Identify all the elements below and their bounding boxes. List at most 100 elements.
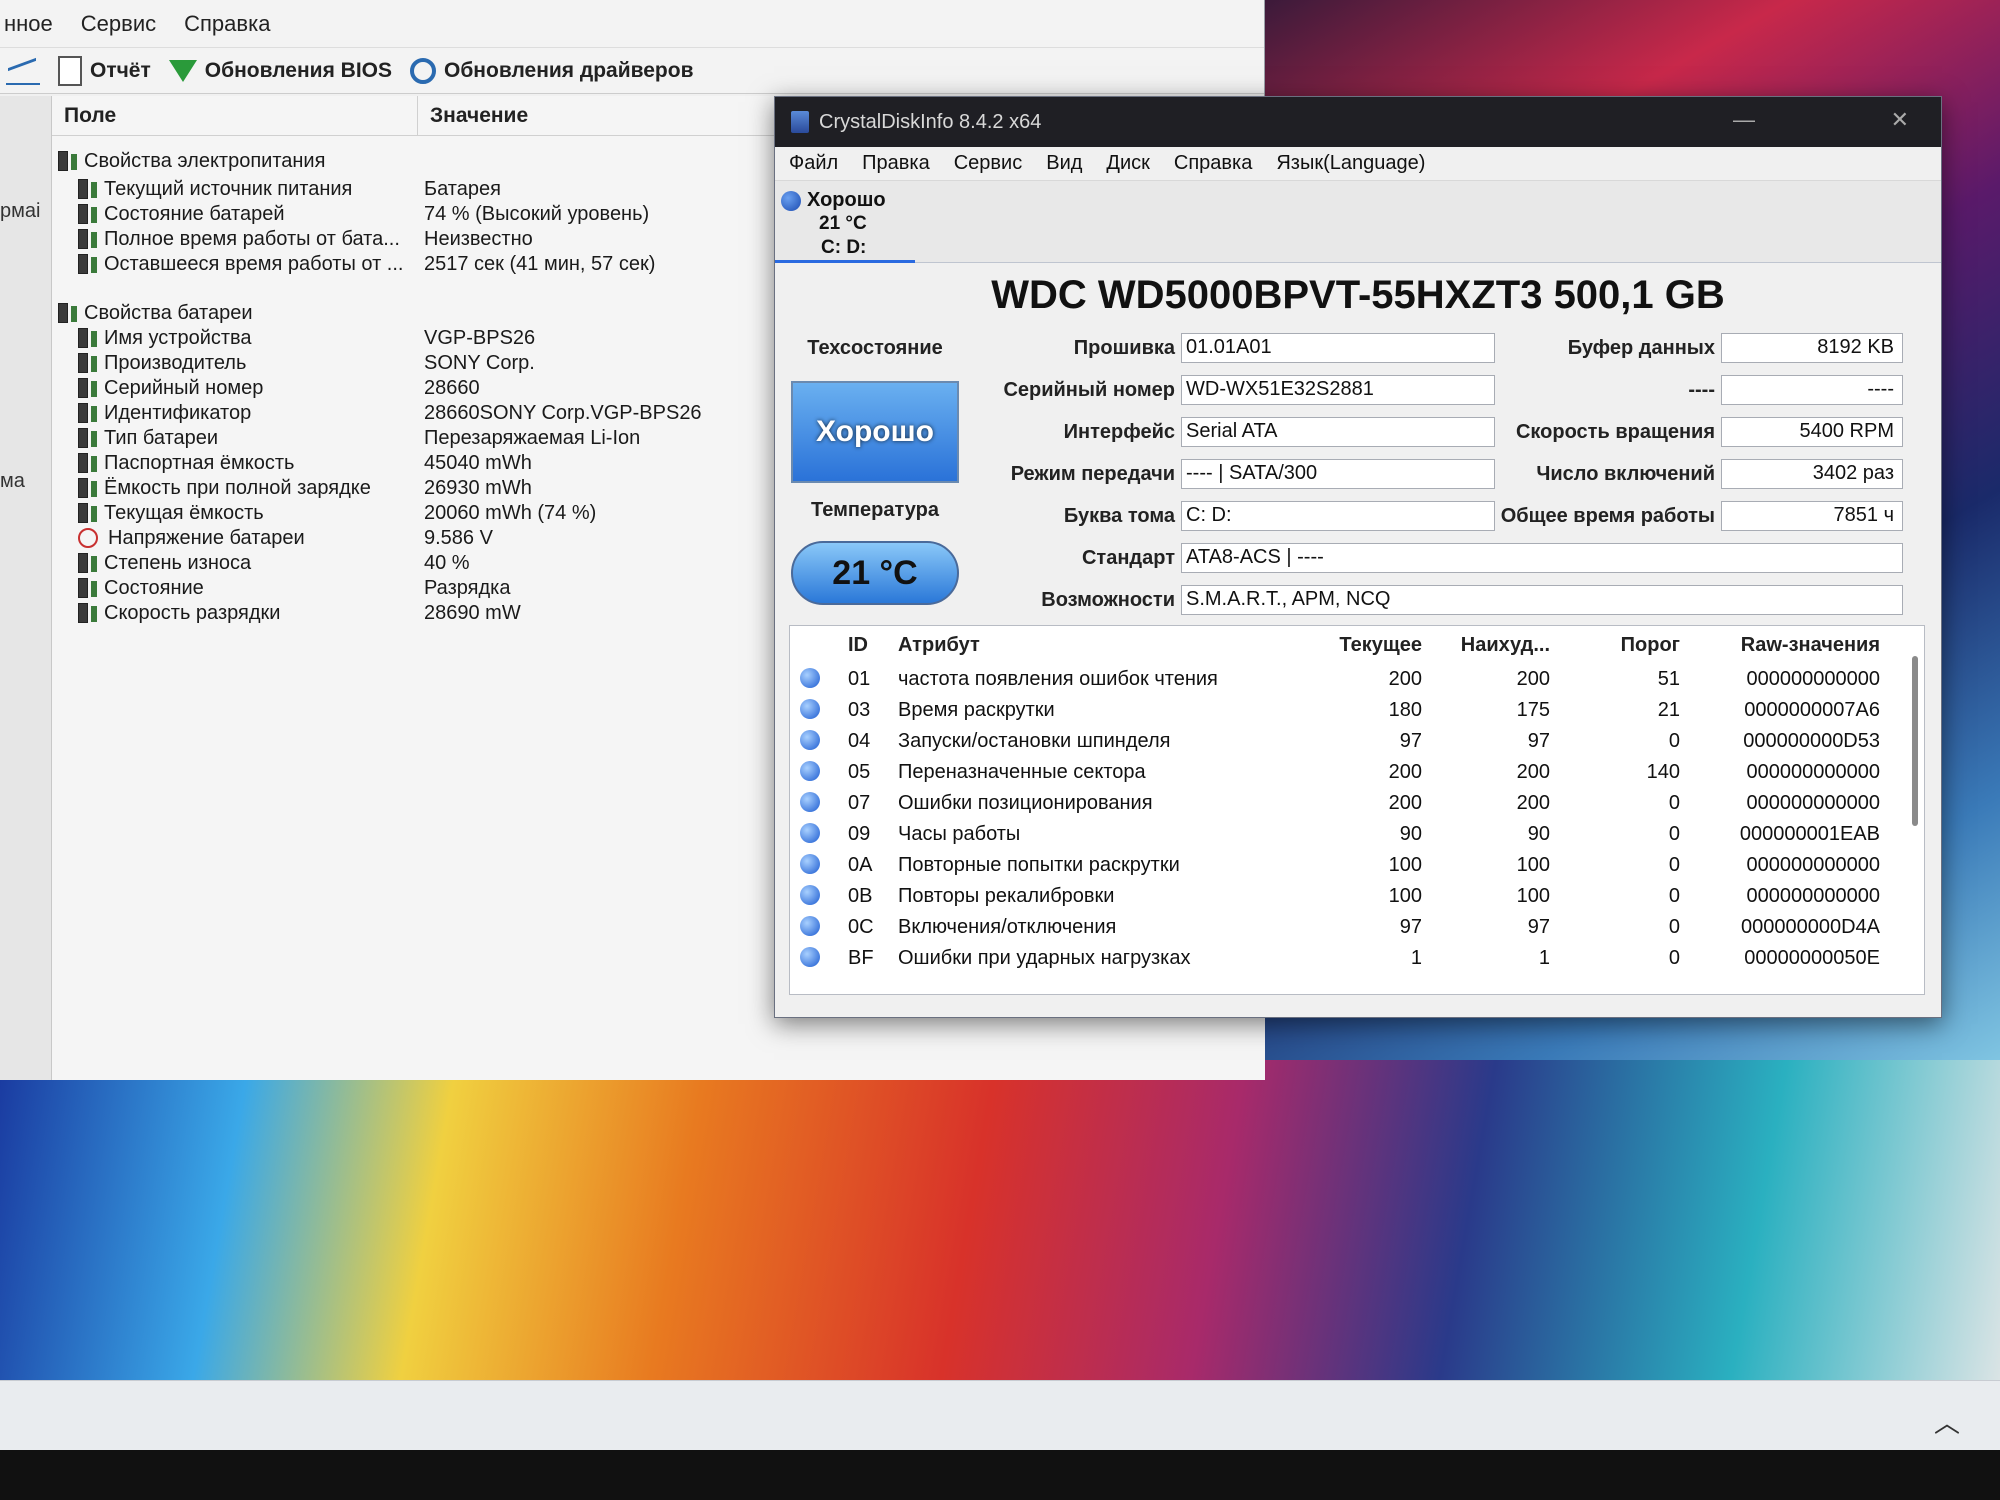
menu-disk[interactable]: Диск [1106,152,1149,175]
smart-row[interactable]: 04 Запуски/остановки шпинделя 97 97 0 0000000… [790,726,1890,757]
interface-value: Serial ATA [1181,417,1495,447]
features-label: Возможности [1041,589,1175,611]
battery-icon [78,553,97,573]
temperature-label: Температура [811,499,939,521]
smart-table-scrollbar[interactable] [1912,656,1918,826]
show-hidden-icons-chevron-icon[interactable]: ︿ [1934,1403,1960,1440]
menu-function[interactable]: Сервис [954,152,1023,175]
property-field: Текущий источник питания [78,178,352,201]
smart-raw: 000000000D53 [1743,730,1880,752]
driver-update-button[interactable]: Обновления драйверов [410,57,694,84]
smart-attribute-name: Повторы рекалибровки [898,885,1115,907]
disk-tab[interactable]: Хорошо 21 °C C: D: [775,181,1941,263]
health-status-button[interactable]: Хорошо [791,381,959,483]
col-current[interactable]: Текущее [1290,634,1422,657]
property-field-label: Идентификатор [104,401,252,424]
tree-item-partial-2[interactable]: ма [0,470,25,493]
aida-menubar: нное Сервис Справка [0,0,1264,48]
smart-id: 04 [848,730,871,752]
tree-item-partial-1[interactable]: рмаі [0,200,40,223]
smart-row[interactable]: 07 Ошибки позиционирования 200 200 0 00000000… [790,788,1890,819]
menu-help[interactable]: Справка [1174,152,1252,175]
smart-threshold: 0 [1668,916,1680,938]
monitor-bezel [0,1450,2000,1500]
benchmark-chart-icon[interactable] [6,57,40,85]
smart-current: 97 [1399,730,1422,752]
report-button[interactable]: Отчёт [58,55,151,86]
menu-help[interactable]: Справка [184,11,270,37]
taskbar: ︿ [0,1380,2000,1450]
smart-row[interactable]: 0C Включения/отключения 97 97 0 000000000D4A [790,912,1890,943]
menu-service[interactable]: Сервис [81,11,156,37]
column-header-field[interactable]: Поле [52,96,418,135]
smart-raw: 00000000050E [1744,947,1880,969]
battery-icon [78,503,97,523]
smart-attributes-table[interactable]: ID Атрибут Текущее Наихуд... Порог Raw-з… [789,625,1925,995]
smart-id: 01 [848,668,871,690]
menu-file[interactable]: Файл [789,152,838,175]
smart-row[interactable]: 0B Повторы рекалибровки 100 100 0 00000000000… [790,881,1890,912]
minimize-icon[interactable]: — [1733,107,1755,133]
smart-worst: 100 [1516,885,1550,907]
property-field-label: Свойства электропитания [84,149,326,172]
menu-view[interactable]: Вид [1046,152,1082,175]
smart-threshold: 140 [1646,761,1680,783]
smart-row[interactable]: 05 Переназначенные сектора 200 200 140 000000… [790,757,1890,788]
column-header-value[interactable]: Значение [418,96,540,135]
property-field-label: Имя устройства [104,326,252,349]
driver-update-label: Обновления драйверов [444,58,694,82]
property-field: Паспортная ёмкость [78,452,294,475]
menu-language[interactable]: Язык(Language) [1276,152,1425,175]
voltage-icon [78,528,98,548]
aida-tree-pane[interactable]: рмаі ма [0,96,52,1080]
health-status-dot-icon [781,191,801,211]
property-value: Неизвестно [424,227,533,250]
smart-worst: 200 [1516,792,1550,814]
property-field-label: Текущий источник питания [104,177,353,200]
property-value: Разрядка [424,576,511,599]
col-threshold[interactable]: Порог [1570,634,1680,657]
bios-update-button[interactable]: Обновления BIOS [168,59,392,83]
smart-attribute-name: Время раскрутки [898,699,1055,721]
cdi-titlebar[interactable]: CrystalDiskInfo 8.4.2 x64 — ✕ [775,97,1941,147]
col-attribute[interactable]: Атрибут [898,634,980,657]
serial-label: Серийный номер [1003,379,1175,401]
smart-id: 09 [848,823,871,845]
standard-value: ATA8-ACS | ---- [1181,543,1903,573]
smart-id: BF [848,947,874,969]
firmware-label: Прошивка [1073,337,1175,359]
firmware-value: 01.01A01 [1181,333,1495,363]
cdi-body: WDC WD5000BPVT-55HXZT3 500,1 GB Техсосто… [775,263,1941,1017]
close-icon[interactable]: ✕ [1891,107,1909,133]
smart-row[interactable]: 09 Часы работы 90 90 0 000000001EAB [790,819,1890,850]
property-value: 28660SONY Corp.VGP-BPS26 [424,401,702,424]
window-title: CrystalDiskInfo 8.4.2 x64 [819,110,1042,133]
battery-icon [78,378,97,398]
rotation-value: 5400 RPM [1721,417,1903,447]
smart-attribute-name: Переназначенные сектора [898,761,1146,783]
property-field-label: Состояние батарей [104,202,285,225]
power-on-hours-value: 7851 ч [1721,501,1903,531]
smart-row[interactable]: 03 Время раскрутки 180 175 21 0000000007A6 [790,695,1890,726]
smart-current: 100 [1388,885,1422,907]
property-value: 20060 mWh (74 %) [424,501,597,524]
battery-icon [78,403,97,423]
col-raw[interactable]: Raw-значения [1690,634,1880,657]
battery-icon [78,453,97,473]
property-field: Идентификатор [78,402,251,425]
property-field-label: Полное время работы от бата... [104,227,400,250]
property-value: 45040 mWh [424,451,532,474]
smart-row[interactable]: BF Ошибки при ударных нагрузках 1 1 0 0000000… [790,943,1890,974]
app-icon [791,111,809,133]
col-id[interactable]: ID [848,634,868,657]
smart-row[interactable]: 01 частота появления ошибок чтения 200 200 5… [790,664,1890,695]
menu-edit[interactable]: Правка [862,152,930,175]
menu-data[interactable]: нное [4,11,53,37]
col-worst[interactable]: Наихуд... [1430,634,1550,657]
property-value: 28660 [424,376,480,399]
property-value: VGP-BPS26 [424,326,536,349]
smart-row[interactable]: 0A Повторные попытки раскрутки 100 100 0 0000… [790,850,1890,881]
property-value: 40 % [424,551,470,574]
battery-icon [78,478,97,498]
smart-raw: 000000000000 [1746,854,1880,876]
